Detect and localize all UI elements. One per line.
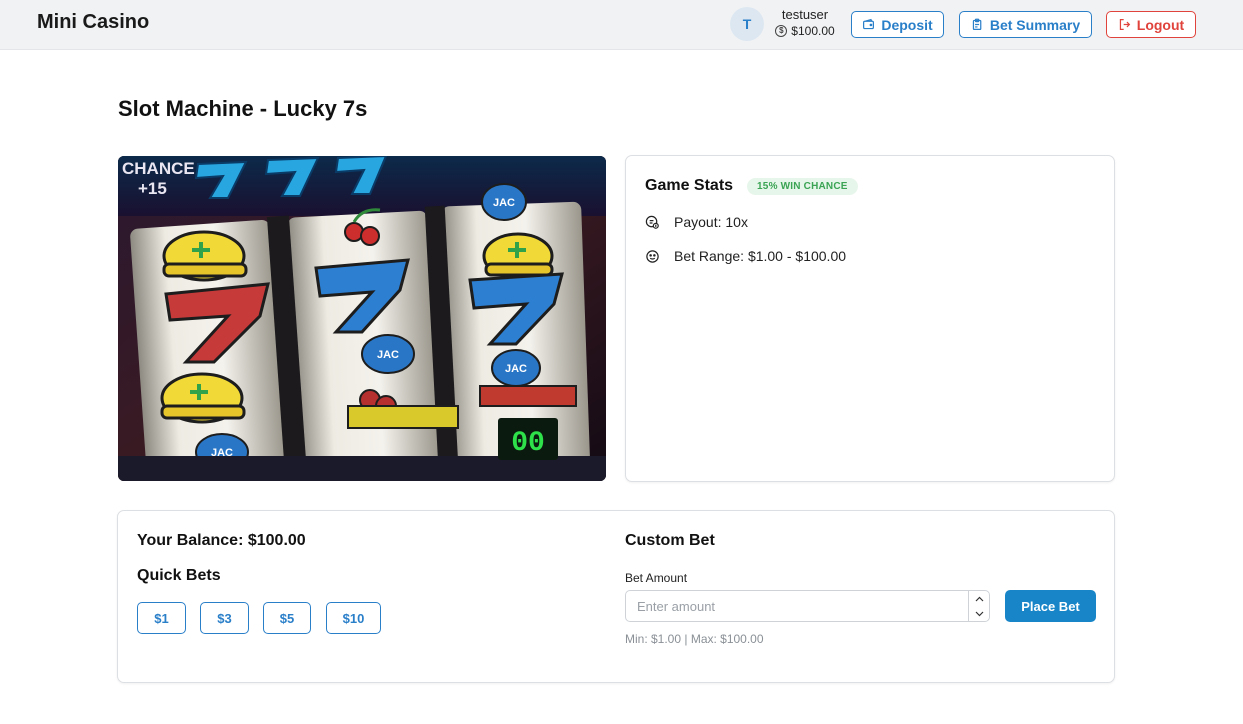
logout-button[interactable]: Logout — [1106, 11, 1196, 38]
custom-bet-title: Custom Bet — [625, 532, 715, 549]
payout-row: Payout: 10x — [645, 214, 748, 230]
balance-display: Your Balance: $100.00 — [137, 532, 306, 549]
quick-bet-button-3[interactable]: $3 — [200, 602, 249, 634]
betting-panel: Your Balance: $100.00 Quick Bets $1 $3 $… — [117, 510, 1115, 683]
username: testuser — [781, 7, 829, 22]
page-title: Slot Machine - Lucky 7s — [118, 96, 368, 121]
reel-label: JAC — [505, 363, 527, 375]
slot-machine-illustration: CHANCE +15 JAC JAC JAC JAC 00 — [118, 156, 606, 481]
smile-icon — [646, 249, 659, 263]
bet-summary-label: Bet Summary — [989, 16, 1081, 33]
bet-limits-text: Min: $1.00 | Max: $100.00 — [625, 632, 764, 646]
user-info: testuser $ $100.00 — [772, 7, 838, 38]
coins-icon — [645, 215, 659, 229]
stepper-up[interactable] — [969, 591, 989, 606]
bet-summary-button[interactable]: Bet Summary — [959, 11, 1092, 38]
quick-bet-button-10[interactable]: $10 — [326, 602, 381, 634]
reel-label: JAC — [493, 197, 515, 209]
slot-machine-image: CHANCE +15 JAC JAC JAC JAC 00 — [118, 156, 606, 481]
header-balance-value: $100.00 — [791, 24, 835, 38]
chance-text: CHANCE — [122, 159, 195, 178]
clipboard-icon — [972, 18, 982, 30]
quick-bets-title: Quick Bets — [137, 567, 221, 584]
credit-counter: 00 — [511, 428, 545, 459]
chevron-up-icon — [975, 596, 983, 601]
reel-label: JAC — [377, 349, 399, 361]
bet-amount-label: Bet Amount — [625, 571, 688, 585]
wallet-icon — [863, 18, 875, 30]
logout-icon — [1119, 19, 1131, 30]
quick-bet-button-1[interactable]: $1 — [137, 602, 186, 634]
deposit-button[interactable]: Deposit — [851, 11, 944, 38]
brand-logo[interactable]: Mini Casino — [37, 11, 149, 34]
avatar[interactable]: T — [730, 7, 764, 41]
place-bet-button[interactable]: Place Bet — [1005, 590, 1096, 622]
chance-value: +15 — [138, 179, 167, 198]
logout-label: Logout — [1136, 16, 1185, 33]
coin-icon: $ — [775, 25, 788, 37]
chevron-down-icon — [975, 611, 983, 616]
bet-range-text: Bet Range: $1.00 - $100.00 — [674, 248, 847, 264]
game-stats-card: Game Stats 15% WIN CHANCE Payout: 10x Be… — [625, 155, 1115, 482]
payout-text: Payout: 10x — [674, 214, 748, 230]
deposit-label: Deposit — [881, 16, 933, 33]
bet-amount-stepper[interactable] — [968, 591, 989, 621]
header-balance: $ $100.00 — [772, 24, 838, 38]
bet-amount-input[interactable] — [625, 590, 990, 622]
game-stats-header: Game Stats 15% WIN CHANCE — [645, 177, 858, 195]
win-chance-badge: 15% WIN CHANCE — [747, 177, 858, 195]
quick-bet-button-5[interactable]: $5 — [263, 602, 311, 634]
game-stats-title: Game Stats — [645, 177, 734, 194]
top-navbar: Mini Casino T testuser $ $100.00 Deposit… — [0, 0, 1243, 50]
bet-range-row: Bet Range: $1.00 - $100.00 — [645, 248, 846, 264]
stepper-down[interactable] — [969, 606, 989, 621]
